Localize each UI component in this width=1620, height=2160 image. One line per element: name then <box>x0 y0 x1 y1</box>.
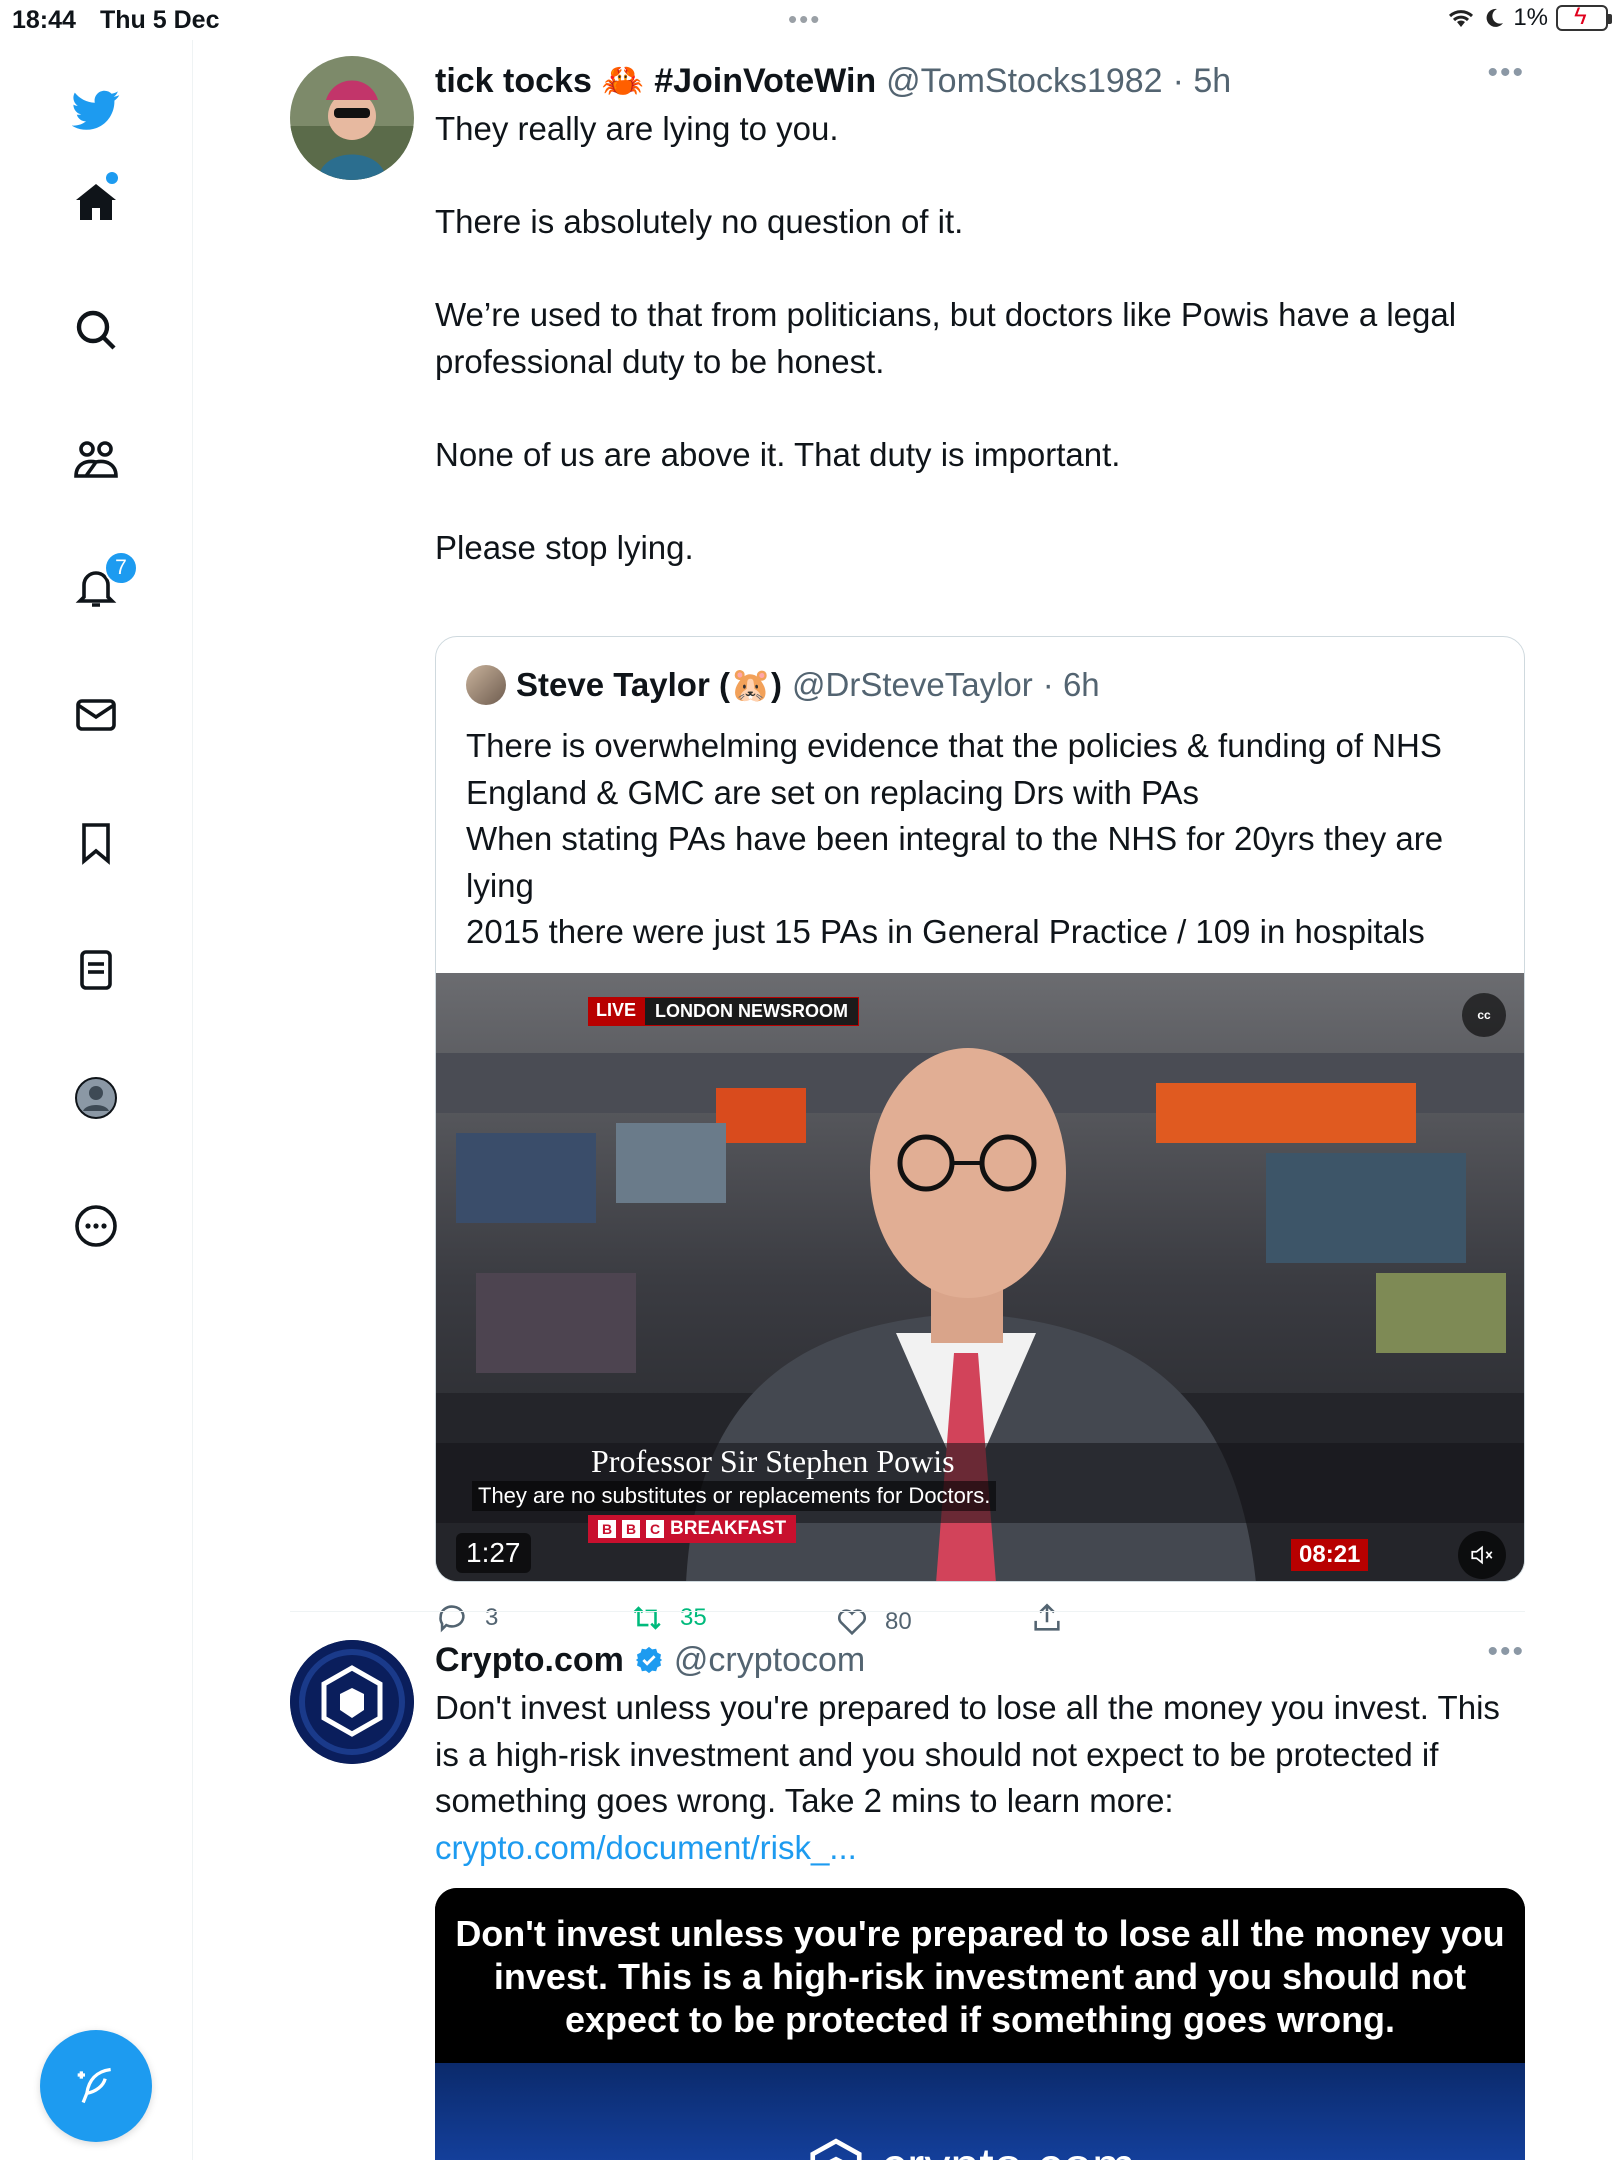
lists-icon <box>80 950 112 990</box>
moon-icon <box>1486 8 1504 27</box>
tweet[interactable]: tick tocks 🦀 #JoinVoteWin @TomStocks1982… <box>290 56 1525 1636</box>
author-handle[interactable]: @cryptocom <box>674 1641 865 1680</box>
promo-card[interactable]: Don't invest unless you're prepared to l… <box>435 1888 1525 2160</box>
risk-link[interactable]: crypto.com/document/risk_... <box>435 1825 1525 1872</box>
mute-button[interactable] <box>1458 1531 1506 1579</box>
home-button[interactable] <box>56 162 136 242</box>
crypto-com-logo-icon <box>290 1640 414 1764</box>
promo-logo: crypto.com <box>805 2136 1135 2160</box>
verified-badge-icon <box>635 1646 663 1674</box>
closed-captions-icon[interactable]: cc <box>1462 993 1506 1037</box>
avatar[interactable] <box>290 56 414 180</box>
caption-name: Professor Sir Stephen Powis <box>591 1443 955 1479</box>
tweet-time[interactable]: · 5h <box>1173 62 1232 101</box>
bbc-breakfast-logo: B B C BREAKFAST <box>588 1515 797 1543</box>
avatar-photo-icon <box>290 56 414 180</box>
more-button[interactable] <box>56 1186 136 1266</box>
broadcast-clock: 08:21 <box>1291 1539 1369 1571</box>
sidebar: 7 <box>0 40 193 2160</box>
notification-badge: 7 <box>104 551 138 585</box>
promo-logo-text: crypto.com <box>881 2137 1135 2160</box>
share-icon <box>1034 1603 1060 1631</box>
retweet-icon <box>633 1606 661 1630</box>
wifi-icon <box>1449 10 1474 27</box>
communities-icon <box>74 441 118 478</box>
reply-icon <box>439 1605 465 1633</box>
like-count: 80 <box>885 1608 912 1635</box>
bookmarks-button[interactable] <box>56 803 136 883</box>
tweet-header: tick tocks 🦀 #JoinVoteWin @TomStocks1982… <box>435 56 1525 106</box>
profile-avatar-icon <box>75 1077 117 1119</box>
notifications-button[interactable]: 7 <box>56 547 138 627</box>
live-label: LIVE <box>588 997 645 1026</box>
profile-button[interactable] <box>56 1058 136 1138</box>
author-handle[interactable]: @TomStocks1982 <box>886 62 1162 101</box>
explore-button[interactable] <box>56 290 136 370</box>
status-time: 18:44 <box>12 6 76 34</box>
tweet-header: Crypto.com @cryptocom <box>435 1635 1525 1685</box>
tweet-divider <box>290 1611 1525 1612</box>
lists-button[interactable] <box>56 930 136 1010</box>
multitasking-dots-icon[interactable]: ••• <box>788 4 821 35</box>
tweet[interactable]: Crypto.com @cryptocom ••• Don't invest u… <box>290 1635 1525 2160</box>
status-bar: 18:44 Thu 5 Dec ••• 1% ϟ <box>0 0 1620 40</box>
search-icon <box>76 310 116 350</box>
messages-button[interactable] <box>56 675 136 755</box>
mail-icon <box>76 699 116 731</box>
live-banner: LIVE LONDON NEWSROOM <box>588 997 860 1026</box>
video-duration: 1:27 <box>456 1533 531 1573</box>
crypto-lion-icon <box>810 2138 862 2160</box>
author-name[interactable]: tick tocks <box>435 62 592 101</box>
tweet-text: They really are lying to you. There is a… <box>435 110 1457 566</box>
quoted-tweet-header: Steve Taylor (🐹) @DrSteveTaylor · 6h <box>466 665 1100 705</box>
status-date: Thu 5 Dec <box>100 6 220 34</box>
twitter-logo-icon[interactable] <box>56 70 136 150</box>
author-name-suffix[interactable]: #JoinVoteWin <box>654 62 876 101</box>
crab-emoji: 🦀 <box>601 62 645 100</box>
newsroom-label: LONDON NEWSROOM <box>644 997 860 1026</box>
avatar[interactable] <box>290 1640 414 1764</box>
video-player[interactable]: LIVE LONDON NEWSROOM cc Professor Sir St… <box>436 973 1524 1581</box>
bookmark-icon <box>82 823 110 865</box>
reply-count: 3 <box>485 1604 499 1631</box>
bird-icon <box>72 90 120 130</box>
quoted-author-name: Steve Taylor (🐹) <box>516 665 783 703</box>
more-circle-icon <box>75 1205 117 1247</box>
retweet-button[interactable]: 35 <box>630 1601 707 1635</box>
share-button[interactable] <box>1030 1601 1064 1635</box>
speaker-muted-icon <box>1471 1545 1493 1565</box>
communities-button[interactable] <box>56 420 136 500</box>
promo-card-text: Don't invest unless you're prepared to l… <box>435 1888 1525 2063</box>
author-name[interactable]: Crypto.com <box>435 1641 624 1680</box>
status-indicators: 1% ϟ <box>1447 3 1612 32</box>
home-icon <box>76 184 116 220</box>
retweet-count: 35 <box>680 1604 707 1631</box>
battery-icon: ϟ <box>1556 3 1612 31</box>
tweet-text: Don't invest unless you're prepared to l… <box>435 1689 1500 1819</box>
more-options-icon[interactable]: ••• <box>1487 56 1525 90</box>
unread-dot <box>106 172 118 184</box>
quoted-author-handle: @DrSteveTaylor <box>792 666 1033 703</box>
quoted-tweet-time: · 6h <box>1042 666 1100 703</box>
video-subtitle: They are no substitutes or replacements … <box>472 1481 997 1511</box>
quoted-tweet-text: There is overwhelming evidence that the … <box>466 727 1444 950</box>
quoted-tweet[interactable]: Steve Taylor (🐹) @DrSteveTaylor · 6h The… <box>435 636 1525 1582</box>
more-options-icon[interactable]: ••• <box>1487 1635 1525 1669</box>
quoted-avatar <box>466 665 506 705</box>
battery-percent: 1% <box>1513 4 1548 31</box>
reply-button[interactable]: 3 <box>435 1601 498 1635</box>
compose-tweet-button[interactable] <box>40 2030 152 2142</box>
compose-feather-icon <box>77 2067 111 2104</box>
